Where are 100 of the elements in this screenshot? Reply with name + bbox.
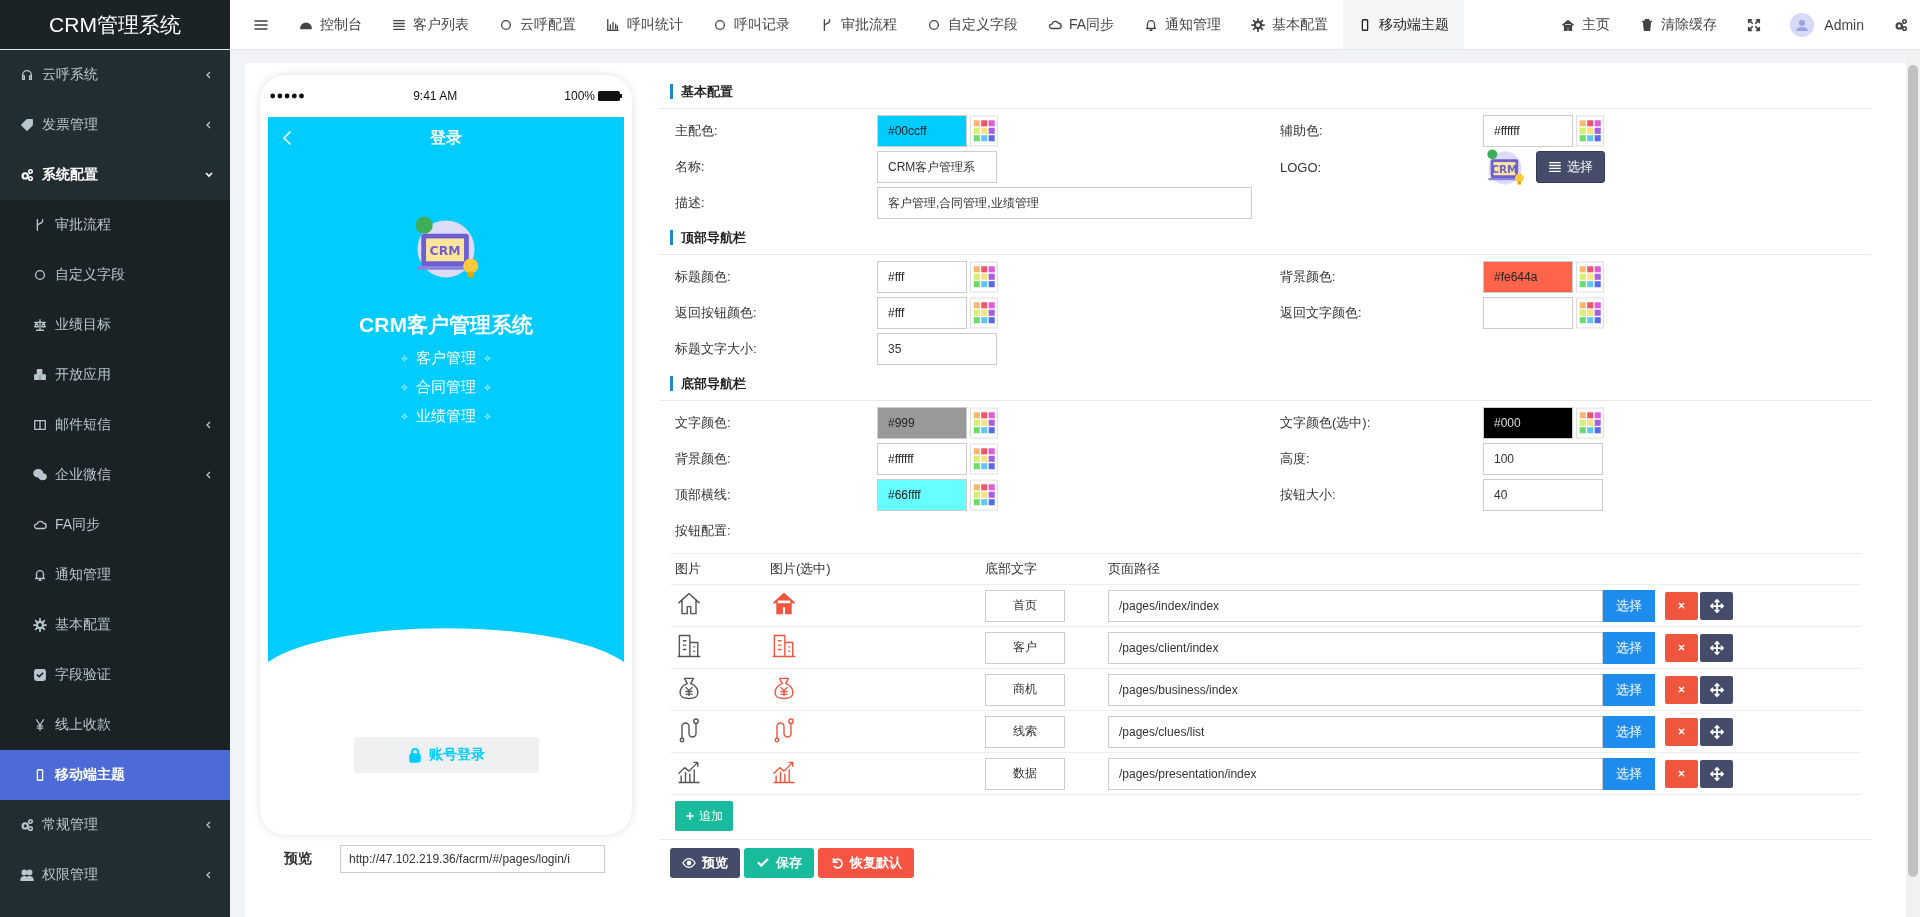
sidebar-subitem[interactable]: 字段验证 [0, 650, 230, 700]
sparkle-icon [484, 384, 491, 391]
sparkle-icon [484, 413, 491, 420]
sidebar-subitem[interactable]: 审批流程 [0, 200, 230, 250]
nav-tab[interactable]: 移动端主题 [1343, 0, 1465, 49]
text-field[interactable]: 商机 [985, 673, 1065, 706]
color-field[interactable]: #fe644a [1483, 261, 1573, 293]
building-icon [770, 632, 798, 660]
select-button[interactable]: 选择 [1536, 151, 1605, 183]
scrollbar[interactable] [1906, 50, 1920, 917]
battery-icon [598, 91, 622, 101]
color-picker-icon[interactable] [970, 115, 998, 147]
color-picker-icon[interactable] [1576, 297, 1604, 329]
sparkle-icon [401, 355, 408, 362]
nav-tab[interactable]: 呼叫记录 [698, 0, 805, 49]
nav-tab[interactable]: 客户列表 [377, 0, 484, 49]
text-field[interactable]: 数据 [985, 757, 1065, 790]
sidebar-item[interactable]: 权限管理 [0, 850, 230, 900]
color-picker-icon[interactable] [1576, 407, 1604, 439]
text-field[interactable]: CRM客户管理系 [877, 151, 997, 183]
tag-icon [20, 118, 34, 132]
color-field[interactable]: #fff [877, 297, 967, 329]
move-button[interactable] [1700, 633, 1733, 662]
circle-icon [499, 17, 513, 32]
check-icon [756, 856, 770, 870]
path-field[interactable]: /pages/index/index [1108, 589, 1603, 622]
building-icon [675, 632, 703, 660]
move-button[interactable] [1700, 759, 1733, 788]
nav-tab[interactable]: 云呼配置 [484, 0, 591, 49]
nav-tab[interactable]: 控制台 [284, 0, 377, 49]
delete-button[interactable] [1665, 759, 1698, 788]
color-picker-icon[interactable] [970, 261, 998, 293]
sidebar-subitem[interactable]: 业绩目标 [0, 300, 230, 350]
cubes-icon [33, 368, 47, 382]
delete-button[interactable] [1665, 633, 1698, 662]
color-picker-icon[interactable] [970, 407, 998, 439]
sidebar-subitem[interactable]: 自定义字段 [0, 250, 230, 300]
color-field[interactable]: #ffffff [1483, 115, 1573, 147]
nav-tab[interactable]: 自定义字段 [912, 0, 1033, 49]
nav-tab[interactable]: 基本配置 [1236, 0, 1344, 49]
user-name[interactable]: Admin [1814, 16, 1874, 33]
color-field[interactable]: #999 [877, 407, 967, 439]
sidebar-subitem[interactable]: 线上收款 [0, 700, 230, 750]
yen-icon [33, 718, 47, 732]
nav-tab[interactable]: 通知管理 [1129, 0, 1237, 49]
color-picker-icon[interactable] [970, 297, 998, 329]
color-field[interactable]: #ffffff [877, 443, 967, 475]
text-field[interactable]: 40 [1483, 479, 1603, 511]
list-icon [392, 17, 406, 32]
color-field[interactable]: #000 [1483, 407, 1573, 439]
color-field[interactable]: #66ffff [877, 479, 967, 511]
nav-link[interactable]: 清除缓存 [1625, 0, 1733, 49]
text-field[interactable]: 100 [1483, 443, 1603, 475]
text-field[interactable]: 首页 [985, 589, 1065, 622]
color-field[interactable] [1483, 297, 1573, 329]
color-picker-icon[interactable] [970, 479, 998, 511]
sidebar-item[interactable]: 发票管理 [0, 100, 230, 150]
nav-link[interactable]: 主页 [1546, 0, 1626, 49]
eye-icon [682, 856, 696, 870]
color-field[interactable]: #00ccff [877, 115, 967, 147]
text-field[interactable]: 35 [877, 333, 997, 365]
delete-button[interactable] [1665, 717, 1698, 746]
url-field[interactable]: http://47.102.219.36/facrm/#/pages/login/i [340, 845, 605, 873]
section-title: 底部导航栏 [670, 376, 746, 391]
delete-button[interactable] [1665, 675, 1698, 704]
path-field[interactable]: /pages/client/index [1108, 631, 1603, 664]
nav-tab[interactable]: FA同步 [1033, 0, 1130, 49]
color-field[interactable]: #fff [877, 261, 967, 293]
avatar-icon[interactable] [1790, 12, 1815, 37]
sidebar-subitem[interactable]: 企业微信 [0, 450, 230, 500]
sidebar-item[interactable]: 常规管理 [0, 800, 230, 850]
gears-icon [20, 168, 34, 182]
sidebar-subitem[interactable]: 邮件短信 [0, 400, 230, 450]
sidebar-subitem[interactable]: FA同步 [0, 500, 230, 550]
sidebar-subitem[interactable]: 基本配置 [0, 600, 230, 650]
move-button[interactable] [1700, 675, 1733, 704]
path-field[interactable]: /pages/business/index [1108, 673, 1603, 706]
path-field[interactable]: /pages/clues/list [1108, 715, 1603, 748]
circle-icon [713, 17, 727, 32]
move-button[interactable] [1700, 591, 1733, 620]
nav-tab[interactable]: 审批流程 [805, 0, 912, 49]
color-picker-icon[interactable] [1576, 261, 1604, 293]
sidebar-subitem[interactable]: 通知管理 [0, 550, 230, 600]
text-field[interactable]: 线索 [985, 715, 1065, 748]
home-icon [1561, 17, 1576, 32]
sidebar-subitem[interactable]: 移动端主题 [0, 750, 230, 800]
sidebar-subitem[interactable]: 开放应用 [0, 350, 230, 400]
color-picker-icon[interactable] [970, 443, 998, 475]
path-field[interactable]: /pages/presentation/index [1108, 757, 1603, 790]
text-field[interactable]: 客户 [985, 631, 1065, 664]
preview-button[interactable]: 预览 [670, 848, 740, 878]
field-label: 按钮大小: [1280, 486, 1337, 504]
color-picker-icon[interactable] [1576, 115, 1604, 147]
move-button[interactable] [1700, 717, 1733, 746]
text-field[interactable]: 客户管理,合同管理,业绩管理 [877, 187, 1252, 219]
sidebar-item[interactable]: 系统配置 [0, 150, 230, 200]
nav-tab[interactable]: 呼叫统计 [591, 0, 698, 49]
close-icon [1677, 685, 1686, 694]
sidebar-item[interactable]: 云呼系统 [0, 50, 230, 100]
delete-button[interactable] [1665, 591, 1698, 620]
